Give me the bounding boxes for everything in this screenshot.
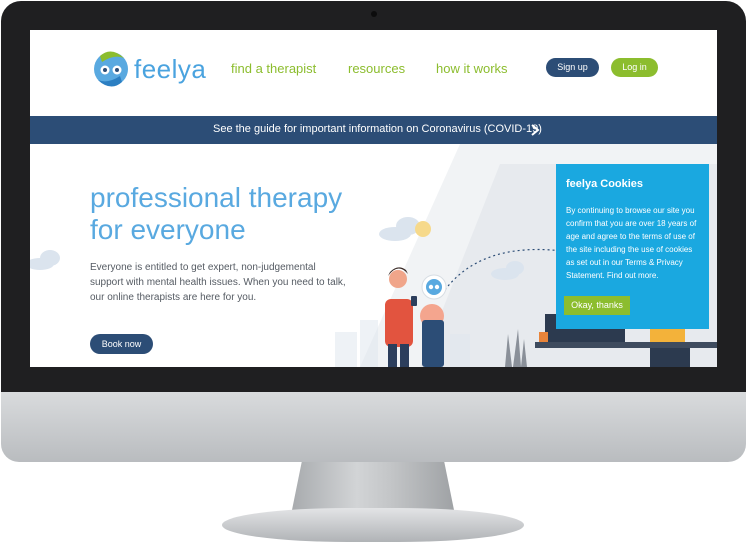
hero-description: Everyone is entitled to get expert, non-… bbox=[90, 260, 380, 305]
signup-button[interactable]: Sign up bbox=[546, 58, 599, 77]
cookie-message-line: confirm that you are over 18 years of bbox=[566, 219, 697, 228]
monitor-chin bbox=[1, 392, 746, 462]
login-button[interactable]: Log in bbox=[611, 58, 658, 77]
cookie-message-line: By continuing to browse our site you bbox=[566, 206, 695, 215]
hero-title: professional therapy for everyone bbox=[90, 182, 390, 246]
cookie-message-line: age and agree to the terms of use of bbox=[566, 232, 695, 241]
nav-how-it-works[interactable]: how it works bbox=[436, 61, 508, 76]
hero-description-line: our online therapists are here for you. bbox=[90, 292, 257, 303]
brand-logo[interactable]: feelya bbox=[90, 48, 206, 92]
cookie-title: feelya Cookies bbox=[566, 178, 644, 190]
hero-description-line: support with mental health issues. When … bbox=[90, 277, 346, 288]
nav-resources[interactable]: resources bbox=[348, 61, 405, 76]
cookie-message-line: as set out in our Terms & Privacy bbox=[566, 258, 683, 267]
site-header: feelya find a therapist resources how it… bbox=[30, 30, 717, 116]
cookie-message: By continuing to browse our site you con… bbox=[566, 204, 706, 282]
cookie-message-line: the site including the use of cookies bbox=[566, 245, 693, 254]
banner-text: See the guide for important information … bbox=[213, 123, 542, 135]
monitor-stand bbox=[292, 462, 454, 510]
monitor-stand-base bbox=[222, 508, 524, 542]
cookie-accept-button[interactable]: Okay, thanks bbox=[564, 296, 630, 315]
hero-title-line: professional therapy bbox=[90, 182, 343, 213]
covid-banner[interactable]: See the guide for important information … bbox=[30, 116, 717, 144]
feelya-logo-icon bbox=[94, 51, 128, 87]
hero-title-line: for everyone bbox=[90, 214, 246, 245]
nav-find-a-therapist[interactable]: find a therapist bbox=[231, 61, 316, 76]
camera-icon bbox=[371, 11, 377, 17]
hero-description-line: Everyone is entitled to get expert, non-… bbox=[90, 262, 316, 273]
chat-bubble-icon bbox=[426, 279, 442, 295]
book-now-button[interactable]: Book now bbox=[90, 334, 153, 354]
cookie-consent-popup: feelya Cookies By continuing to browse o… bbox=[556, 164, 709, 329]
browser-screen: feelya find a therapist resources how it… bbox=[30, 30, 717, 367]
chevron-right-icon bbox=[531, 124, 540, 136]
cookie-message-line: Statement. Find out more. bbox=[566, 271, 659, 280]
brand-name: feelya bbox=[134, 54, 207, 84]
